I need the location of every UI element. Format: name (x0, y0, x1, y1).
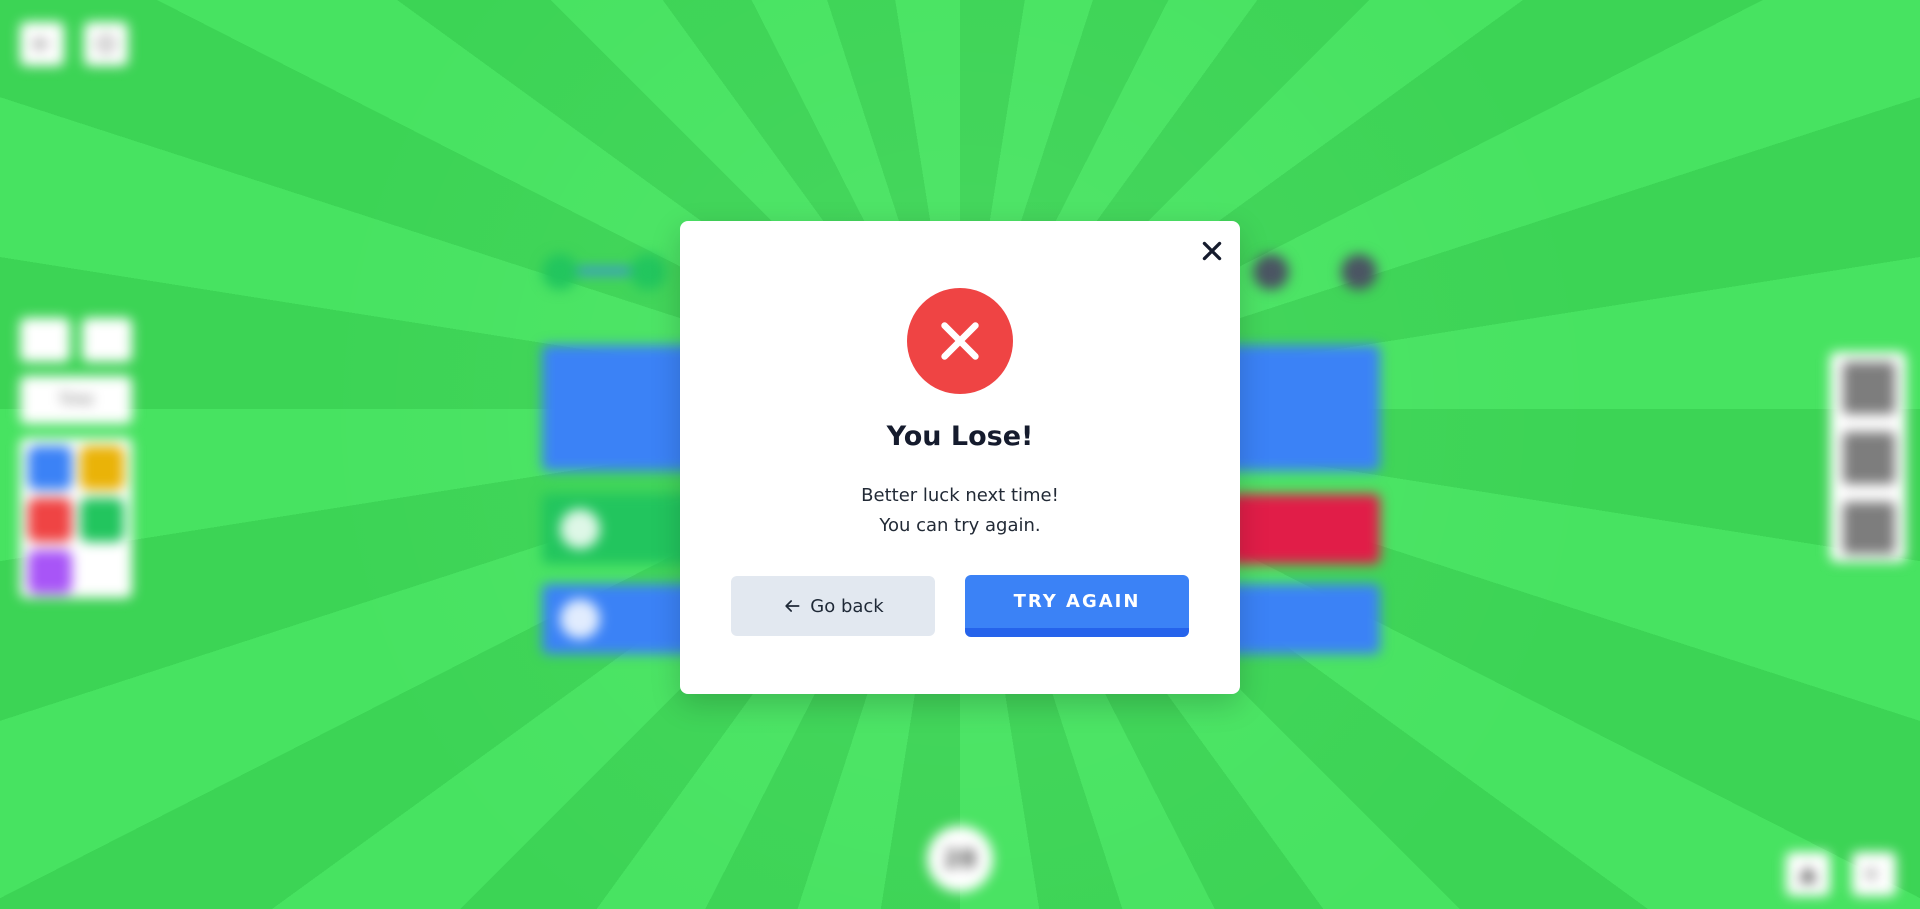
progress-dot-10 (1341, 254, 1377, 290)
time-box: Time (20, 376, 132, 424)
lose-badge (907, 288, 1013, 394)
go-back-label: Go back (810, 595, 884, 617)
game-stage: Time 28 You Lose! Better luck next time!… (0, 0, 1920, 909)
powerup-yellow[interactable] (80, 446, 124, 490)
thumbnail-3[interactable] (1843, 502, 1895, 554)
powerup-blue[interactable] (28, 446, 72, 490)
timer: 28 (927, 826, 993, 892)
answer-badge (560, 509, 600, 549)
bottom-control-1[interactable] (1786, 852, 1830, 896)
close-button[interactable] (1196, 235, 1228, 267)
thumbnail-1[interactable] (1843, 362, 1895, 414)
close-icon (1202, 241, 1222, 261)
timer-value: 28 (943, 845, 977, 873)
powerup-red[interactable] (28, 498, 72, 542)
triangle-icon (1799, 866, 1817, 882)
x-icon (941, 322, 979, 360)
modal-title: You Lose! (886, 421, 1034, 452)
bottom-control-2[interactable] (1852, 852, 1896, 896)
go-back-button[interactable]: Go back (731, 576, 935, 636)
message-line-1: Better luck next time! (861, 485, 1059, 506)
arrow-left-icon (33, 37, 50, 51)
refresh-button[interactable] (84, 22, 128, 66)
thumbnail-2[interactable] (1843, 432, 1895, 484)
refresh-icon (97, 35, 115, 53)
left-small-box-2[interactable] (82, 318, 132, 362)
powerup-green[interactable] (80, 498, 124, 542)
arrow-left-icon (785, 600, 800, 612)
answer-badge (560, 599, 600, 639)
message-line-2: You can try again. (879, 515, 1041, 536)
sound-icon (1866, 867, 1875, 881)
result-modal: You Lose! Better luck next time! You can… (680, 221, 1240, 694)
left-small-box-1[interactable] (20, 318, 70, 362)
progress-dot-9 (1253, 254, 1289, 290)
try-again-button[interactable]: TRY AGAIN (965, 575, 1189, 637)
progress-dot-2 (630, 254, 666, 290)
time-label: Time (58, 392, 94, 408)
try-again-label: TRY AGAIN (1013, 591, 1141, 612)
progress-dot-1 (542, 254, 578, 290)
back-arrow-button[interactable] (20, 22, 64, 66)
answer-red[interactable] (1230, 494, 1380, 564)
powerup-purple[interactable] (28, 550, 72, 594)
